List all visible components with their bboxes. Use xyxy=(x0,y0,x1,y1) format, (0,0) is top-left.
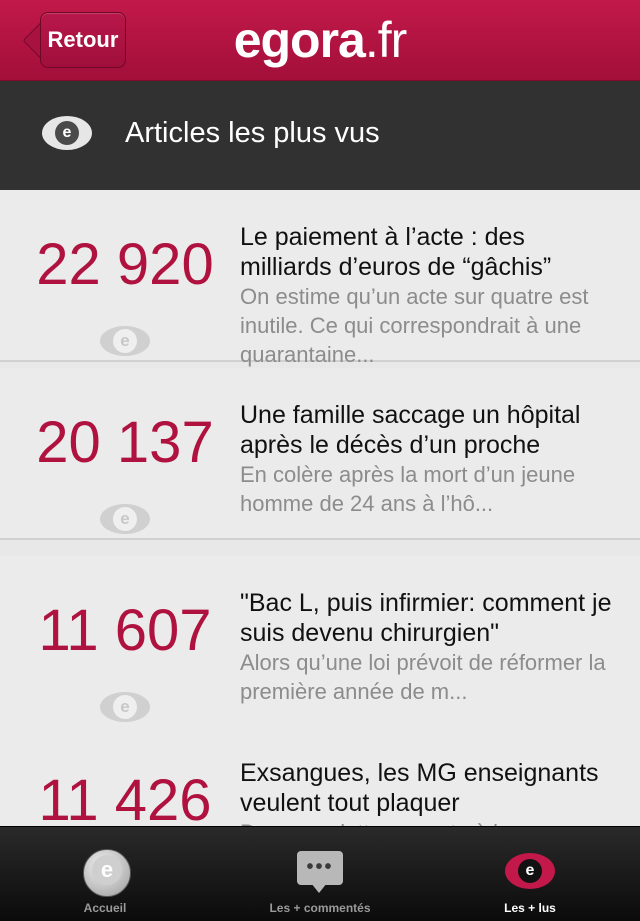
tab-label: Accueil xyxy=(83,901,127,915)
view-count: 11 607 xyxy=(38,598,212,663)
view-count: 20 137 xyxy=(36,410,214,475)
tab-accueil[interactable]: e Accueil xyxy=(40,827,170,921)
article-row[interactable]: 11 426 e Exsangues, les MG enseignants v… xyxy=(0,726,640,826)
eye-icon: e xyxy=(42,116,92,150)
article-row[interactable]: 22 920 e Le paiement à l’acte : des mill… xyxy=(0,190,640,367)
eye-icon: e xyxy=(505,853,555,889)
article-title: Exsangues, les MG enseignants veulent to… xyxy=(240,759,599,817)
view-count: 22 920 xyxy=(36,232,214,297)
article-list: 22 920 e Le paiement à l’acte : des mill… xyxy=(0,190,640,826)
article-title: "Bac L, puis infirmier: comment je suis … xyxy=(240,589,612,647)
tab-label: Les + commentés xyxy=(269,901,371,915)
back-button[interactable]: Retour xyxy=(22,12,126,68)
article-row[interactable]: 20 137 e Une famille saccage un hôpital … xyxy=(0,368,640,540)
article-excerpt: Alors qu’une loi prévoit de réformer la … xyxy=(240,650,606,704)
article-title: Une famille saccage un hôpital après le … xyxy=(240,401,581,459)
home-e-icon: e xyxy=(83,849,131,897)
article-excerpt: En colère après la mort d’un jeune homme… xyxy=(240,462,576,516)
views-eye-icon: e xyxy=(100,692,150,722)
app-logo: egora.fr xyxy=(200,8,440,72)
section-title: Articles les plus vus xyxy=(125,117,380,149)
view-count: 11 426 xyxy=(38,768,212,826)
tab-most-read[interactable]: e Les + lus xyxy=(460,827,600,921)
article-excerpt: On estime qu’un acte sur quatre est inut… xyxy=(240,284,589,367)
logo-tld: .fr xyxy=(364,12,407,68)
article-row[interactable]: 11 607 e "Bac L, puis infirmier: comment… xyxy=(0,556,640,728)
logo-main: egora xyxy=(233,12,366,68)
views-eye-icon: e xyxy=(100,326,150,356)
tab-bar: e Accueil ••• Les + commentés e Les + lu… xyxy=(0,826,640,921)
navbar: Retour egora.fr xyxy=(0,0,640,81)
back-button-label: Retour xyxy=(47,27,119,52)
views-eye-icon: e xyxy=(100,504,150,534)
comment-bubble-icon: ••• xyxy=(297,851,343,893)
article-excerpt: Dans une lettre ouverte à la xyxy=(240,818,630,826)
article-title: Le paiement à l’acte : des milliards d’e… xyxy=(240,223,552,281)
tab-label: Les + lus xyxy=(504,901,556,915)
tab-most-commented[interactable]: ••• Les + commentés xyxy=(230,827,410,921)
